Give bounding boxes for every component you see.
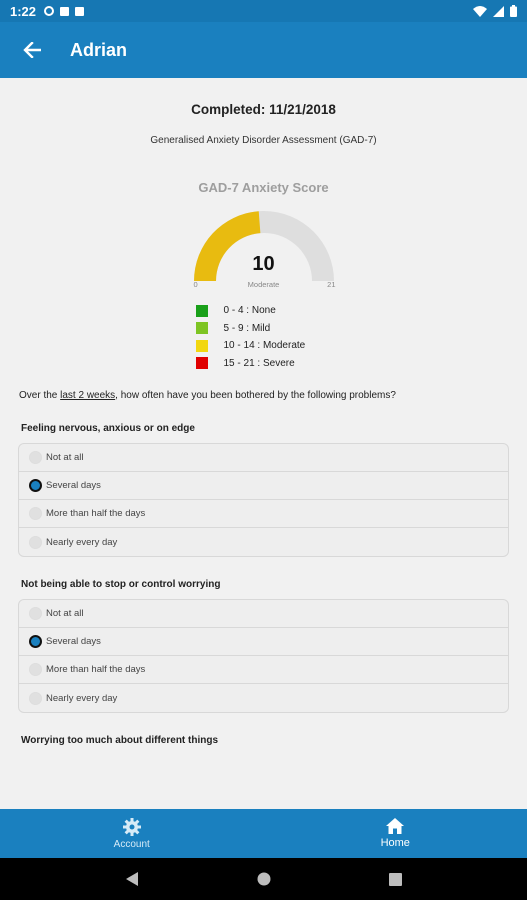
status-bar: 1:22 (0, 0, 527, 22)
intro-text-end: , how often have you been bothered by th… (115, 390, 396, 401)
option-label: Several days (46, 480, 101, 491)
app-notification-icon (60, 6, 70, 16)
gauge-score-value: 10 (252, 253, 275, 275)
signal-icon (493, 5, 504, 17)
score-legend: 0 - 4 : None 5 - 9 : Mild 10 - 14 : Mode… (194, 302, 334, 372)
legend-label: 5 - 9 : Mild (223, 322, 271, 334)
gauge-level-label: Moderate (247, 280, 280, 289)
bottom-navigation: Account Home (0, 809, 527, 858)
nav-account[interactable]: Account (0, 809, 264, 858)
option-label: Nearly every day (46, 692, 118, 704)
back-button[interactable] (4, 22, 60, 78)
settings-notification-icon (44, 6, 55, 16)
question-title: Feeling nervous, anxious or on edge (21, 423, 195, 434)
option-nearly-every-day[interactable]: Nearly every day (19, 684, 508, 712)
legend-label: 15 - 21 : Severe (223, 357, 295, 369)
assessment-name: Generalised Anxiety Disorder Assessment … (150, 135, 377, 146)
arrow-back-icon (23, 42, 41, 58)
app-bar: Adrian (0, 22, 527, 78)
option-nearly-every-day[interactable]: Nearly every day (19, 528, 508, 556)
option-not-at-all[interactable]: Not at all (19, 600, 508, 628)
home-icon (386, 818, 405, 834)
gauge-min-label: 0 (193, 280, 198, 289)
gauge-title: GAD-7 Anxiety Score (198, 180, 329, 195)
legend-item: 15 - 21 : Severe (194, 355, 334, 373)
legend-swatch-none (195, 304, 208, 317)
gauge-max-label: 21 (327, 280, 336, 289)
option-not-at-all[interactable]: Not at all (19, 444, 508, 472)
system-navigation-bar (0, 858, 527, 900)
nav-home-label: Home (380, 837, 410, 849)
score-gauge: 10 Moderate 0 21 (184, 201, 344, 296)
system-home-icon[interactable] (257, 872, 271, 886)
page-title: Adrian (70, 39, 128, 60)
radio-checked-icon (29, 479, 42, 492)
battery-icon (510, 5, 517, 17)
radio-icon (29, 607, 42, 620)
radio-icon (29, 535, 42, 549)
option-label: Not at all (46, 608, 84, 619)
gear-icon (122, 817, 141, 836)
option-label: More than half the days (46, 508, 146, 519)
question-3: Worrying too much about different things (0, 735, 527, 746)
option-label: Several days (46, 636, 101, 647)
question-intro: Over the last 2 weeks, how often have yo… (19, 390, 527, 401)
sd-card-icon (75, 6, 85, 16)
option-label: Nearly every day (46, 536, 118, 548)
nav-account-label: Account (113, 838, 150, 850)
radio-checked-icon (29, 635, 42, 648)
intro-text: Over the (19, 390, 61, 401)
status-time: 1:22 (10, 3, 37, 19)
option-several-days[interactable]: Several days (19, 628, 508, 656)
system-recents-icon[interactable] (388, 872, 402, 886)
legend-swatch-severe (195, 357, 208, 370)
question-title: Not being able to stop or control worryi… (21, 579, 221, 590)
option-label: More than half the days (46, 664, 146, 675)
question-1: Feeling nervous, anxious or on edge Not … (0, 423, 527, 557)
legend-item: 5 - 9 : Mild (194, 320, 334, 338)
radio-icon (29, 507, 42, 520)
nav-home[interactable]: Home (264, 809, 527, 858)
answer-options: Not at all Several days More than half t… (18, 599, 509, 713)
option-more-than-half[interactable]: More than half the days (19, 656, 508, 684)
legend-item: 10 - 14 : Moderate (194, 337, 334, 355)
legend-swatch-moderate (195, 339, 208, 352)
assessment-content[interactable]: Completed: 11/21/2018 Generalised Anxiet… (0, 78, 527, 809)
intro-period: last 2 weeks (60, 390, 116, 401)
legend-swatch-mild (195, 322, 208, 335)
radio-icon (29, 691, 42, 705)
question-title: Worrying too much about different things (21, 735, 219, 746)
option-more-than-half[interactable]: More than half the days (19, 500, 508, 528)
system-back-icon[interactable] (125, 872, 139, 886)
radio-icon (29, 451, 42, 464)
legend-label: 10 - 14 : Moderate (223, 340, 306, 352)
completed-date: Completed: 11/21/2018 (191, 102, 336, 117)
legend-item: 0 - 4 : None (194, 302, 334, 320)
question-2: Not being able to stop or control worryi… (0, 579, 527, 713)
radio-icon (29, 663, 42, 676)
option-several-days[interactable]: Several days (19, 472, 508, 500)
legend-label: 0 - 4 : None (223, 305, 276, 317)
wifi-icon (473, 5, 487, 17)
answer-options: Not at all Several days More than half t… (18, 443, 509, 557)
option-label: Not at all (46, 452, 84, 463)
